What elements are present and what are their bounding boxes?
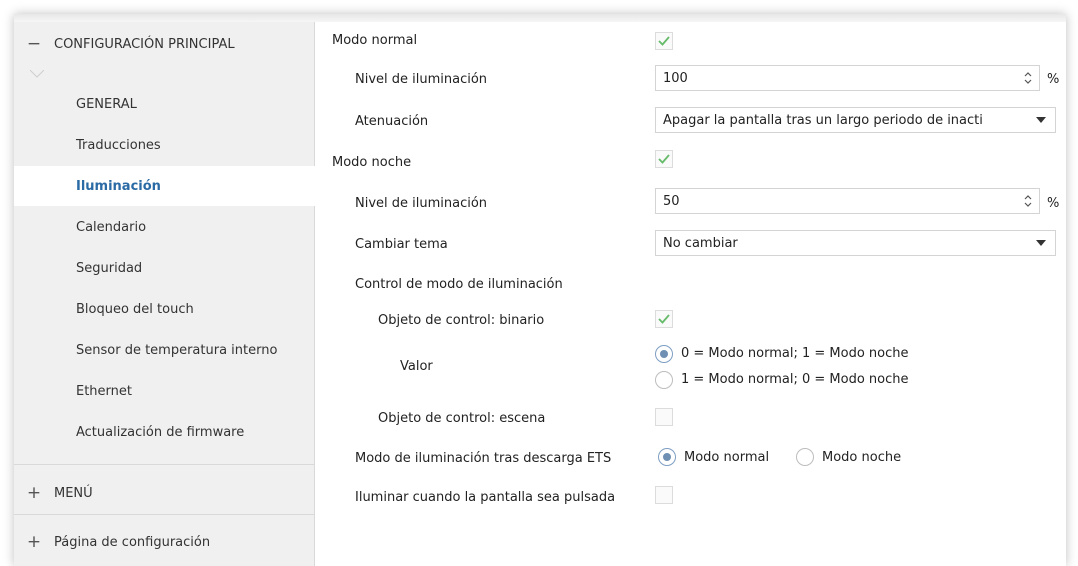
nivel-normal-label: Nivel de iluminación xyxy=(355,72,488,87)
sidebar-item-general[interactable]: GENERAL xyxy=(14,84,314,124)
sidebar-item-label: Iluminación xyxy=(76,178,161,194)
valor-option-1-label: 1 = Modo normal; 0 = Modo noche xyxy=(681,372,909,387)
atenuacion-label: Atenuación xyxy=(355,114,429,129)
nivel-normal-unit: % xyxy=(1047,72,1060,87)
checkmark-icon xyxy=(658,154,670,164)
tras-descarga-option-noche: Modo noche xyxy=(822,450,902,465)
nivel-noche-input[interactable]: 50 xyxy=(655,188,1040,214)
obj-escena-label: Objeto de control: escena xyxy=(378,411,546,426)
sidebar-section-config[interactable]: + Página de configuración xyxy=(14,522,314,562)
modo-normal-checkbox[interactable] xyxy=(655,32,673,50)
tree-notch-icon xyxy=(30,70,44,78)
sidebar-item-calendario[interactable]: Calendario xyxy=(14,207,314,247)
expand-icon: + xyxy=(26,532,42,552)
sidebar-item-actualizacion-firmware[interactable]: Actualización de firmware xyxy=(14,412,314,452)
sidebar-item-label: Calendario xyxy=(76,219,147,235)
valor-radio-1[interactable] xyxy=(655,371,673,389)
sidebar-item-ethernet[interactable]: Ethernet xyxy=(14,371,314,411)
modo-noche-label: Modo noche xyxy=(332,155,412,170)
valor-radio-0[interactable] xyxy=(655,345,673,363)
sidebar-section-label: CONFIGURACIÓN PRINCIPAL xyxy=(54,36,235,52)
nivel-normal-value: 100 xyxy=(663,70,688,86)
cambiar-tema-select[interactable]: No cambiar xyxy=(655,230,1056,256)
atenuacion-select[interactable]: Apagar la pantalla tras un largo periodo… xyxy=(655,107,1056,133)
sidebar-divider xyxy=(14,464,314,465)
spinner-icon[interactable] xyxy=(1023,69,1033,87)
sidebar-item-label: GENERAL xyxy=(76,96,137,112)
iluminar-pulsada-label: Iluminar cuando la pantalla sea pulsada xyxy=(355,490,616,505)
sidebar-section-menu[interactable]: + MENÚ xyxy=(14,473,314,513)
valor-label: Valor xyxy=(400,359,433,374)
sidebar-item-label: Bloqueo del touch xyxy=(76,301,194,317)
sidebar-item-label: Sensor de temperatura interno xyxy=(76,342,278,358)
sidebar-item-bloqueo-touch[interactable]: Bloqueo del touch xyxy=(14,289,314,329)
tras-descarga-radio-noche[interactable] xyxy=(796,448,814,466)
atenuacion-value: Apagar la pantalla tras un largo periodo… xyxy=(663,112,983,128)
cambiar-tema-value: No cambiar xyxy=(663,235,738,251)
sidebar-item-label: Ethernet xyxy=(76,383,132,399)
sidebar-section-main[interactable]: − CONFIGURACIÓN PRINCIPAL xyxy=(14,24,314,64)
obj-binario-checkbox[interactable] xyxy=(655,310,673,328)
obj-binario-label: Objeto de control: binario xyxy=(378,313,545,328)
nivel-noche-value: 50 xyxy=(663,193,680,209)
sidebar-item-sensor-temperatura[interactable]: Sensor de temperatura interno xyxy=(14,330,314,370)
parameters-panel: Modo normal Nivel de iluminación 100 % A… xyxy=(314,14,1066,566)
chevron-down-icon xyxy=(1036,240,1046,246)
modo-normal-label: Modo normal xyxy=(332,33,418,48)
iluminar-pulsada-checkbox[interactable] xyxy=(655,486,673,504)
sidebar-divider xyxy=(14,514,314,515)
modo-noche-checkbox[interactable] xyxy=(655,150,673,168)
expand-icon: + xyxy=(26,483,42,503)
tras-descarga-label: Modo de iluminación tras descarga ETS xyxy=(355,451,612,466)
sidebar-item-seguridad[interactable]: Seguridad xyxy=(14,248,314,288)
sidebar-section-label: MENÚ xyxy=(54,485,93,501)
sidebar-item-traducciones[interactable]: Traducciones xyxy=(14,125,314,165)
checkmark-icon xyxy=(658,36,670,46)
cambiar-tema-label: Cambiar tema xyxy=(355,237,448,252)
sidebar-section-label: Página de configuración xyxy=(54,534,211,550)
tras-descarga-radio-normal[interactable] xyxy=(658,448,676,466)
sidebar-item-label: Seguridad xyxy=(76,260,143,276)
nivel-noche-label: Nivel de iluminación xyxy=(355,196,488,211)
window: − CONFIGURACIÓN PRINCIPAL GENERAL Traduc… xyxy=(14,14,1066,566)
nivel-noche-unit: % xyxy=(1047,196,1060,211)
tras-descarga-option-normal: Modo normal xyxy=(684,450,770,465)
sidebar-item-label: Traducciones xyxy=(76,137,161,153)
sidebar-item-iluminacion[interactable]: Iluminación xyxy=(14,166,316,206)
valor-option-0-label: 0 = Modo normal; 1 = Modo noche xyxy=(681,346,909,361)
chevron-down-icon xyxy=(1036,117,1046,123)
control-label: Control de modo de iluminación xyxy=(355,277,563,292)
collapse-icon: − xyxy=(26,34,42,54)
checkmark-icon xyxy=(658,314,670,324)
spinner-icon[interactable] xyxy=(1023,192,1033,210)
nivel-normal-input[interactable]: 100 xyxy=(655,65,1040,91)
sidebar: − CONFIGURACIÓN PRINCIPAL GENERAL Traduc… xyxy=(14,22,316,566)
sidebar-item-label: Actualización de firmware xyxy=(76,424,245,440)
obj-escena-checkbox[interactable] xyxy=(655,408,673,426)
